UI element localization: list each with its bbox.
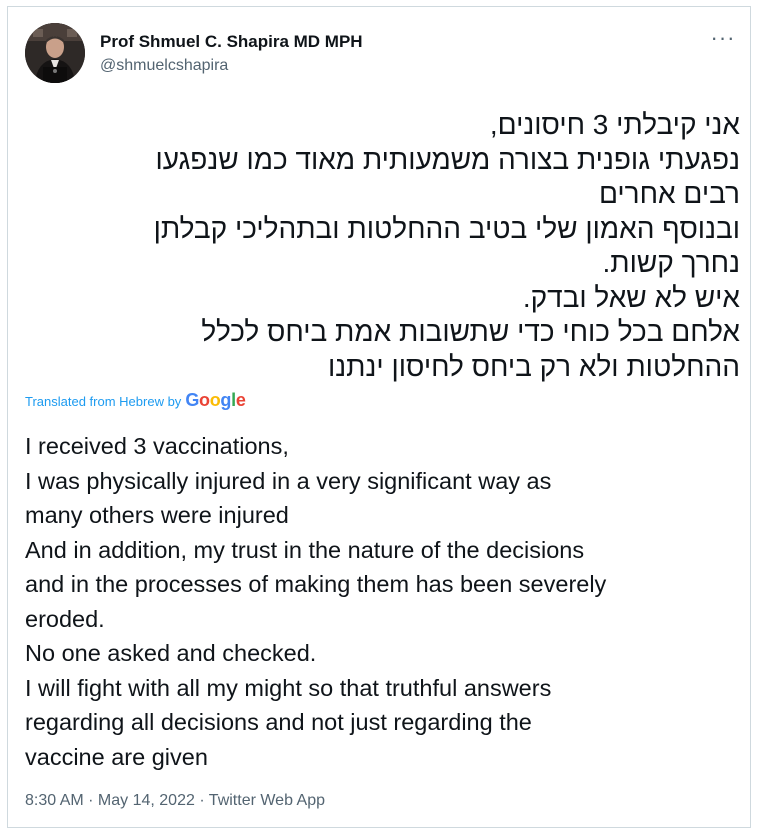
profile-photo xyxy=(25,23,85,83)
avatar[interactable] xyxy=(25,23,85,83)
tweet-text-translation: I received 3 vaccinations, I was physica… xyxy=(25,429,750,774)
google-logo: Google xyxy=(185,390,246,410)
hebrew-line: ההחלטות ולא רק ביחס לחיסון ינתנו xyxy=(328,350,740,382)
hebrew-line: איש לא שאל ובדק. xyxy=(522,281,740,313)
translated-label: Translated from Hebrew by xyxy=(25,394,182,409)
hebrew-line: אני קיבלתי 3 חיסונים, xyxy=(489,109,740,140)
translation-line: I received 3 vaccinations, xyxy=(25,433,289,459)
translation-line: regarding all decisions and not just reg… xyxy=(25,709,532,735)
translation-line: And in addition, my trust in the nature … xyxy=(25,536,585,563)
translation-line: I will fight with all my might so that t… xyxy=(25,674,552,701)
author-handle[interactable]: @shmuelcshapira xyxy=(100,57,228,75)
tweet-text-hebrew: אני קיבלתי 3 חיסונים, נפגעתי גופנית בצור… xyxy=(22,108,740,384)
translation-line: I was physically injured in a very signi… xyxy=(25,467,552,494)
more-dots-icon: ··· xyxy=(710,25,736,50)
translation-line: vaccine are given xyxy=(25,743,208,770)
translation-line: many others were injured xyxy=(25,502,289,528)
translation-line: and in the processes of making them has … xyxy=(25,571,607,597)
translation-line: eroded. xyxy=(25,605,105,632)
hebrew-line: רבים אחרים xyxy=(598,178,740,209)
tweet-timestamp[interactable]: 8:30 AM · May 14, 2022 · Twitter Web App xyxy=(25,792,325,810)
translation-attribution[interactable]: Translated from Hebrew by Google xyxy=(25,390,246,411)
tweet-card: Prof Shmuel C. Shapira MD MPH @shmuelcsh… xyxy=(7,6,751,828)
translation-line: No one asked and checked. xyxy=(25,640,317,666)
hebrew-line: אלחם בכל כוחי כדי שתשובות אמת ביחס לכלל xyxy=(201,316,740,347)
more-options-button[interactable]: ··· xyxy=(708,27,738,53)
hebrew-line: נחרך קשות. xyxy=(602,247,740,278)
hebrew-line: נפגעתי גופנית בצורה משמעותית מאוד כמו שנ… xyxy=(155,143,740,175)
author-name[interactable]: Prof Shmuel C. Shapira MD MPH xyxy=(100,32,363,52)
hebrew-line: ובנוסף האמון שלי בטיב ההחלטות ובתהליכי ק… xyxy=(153,212,740,244)
